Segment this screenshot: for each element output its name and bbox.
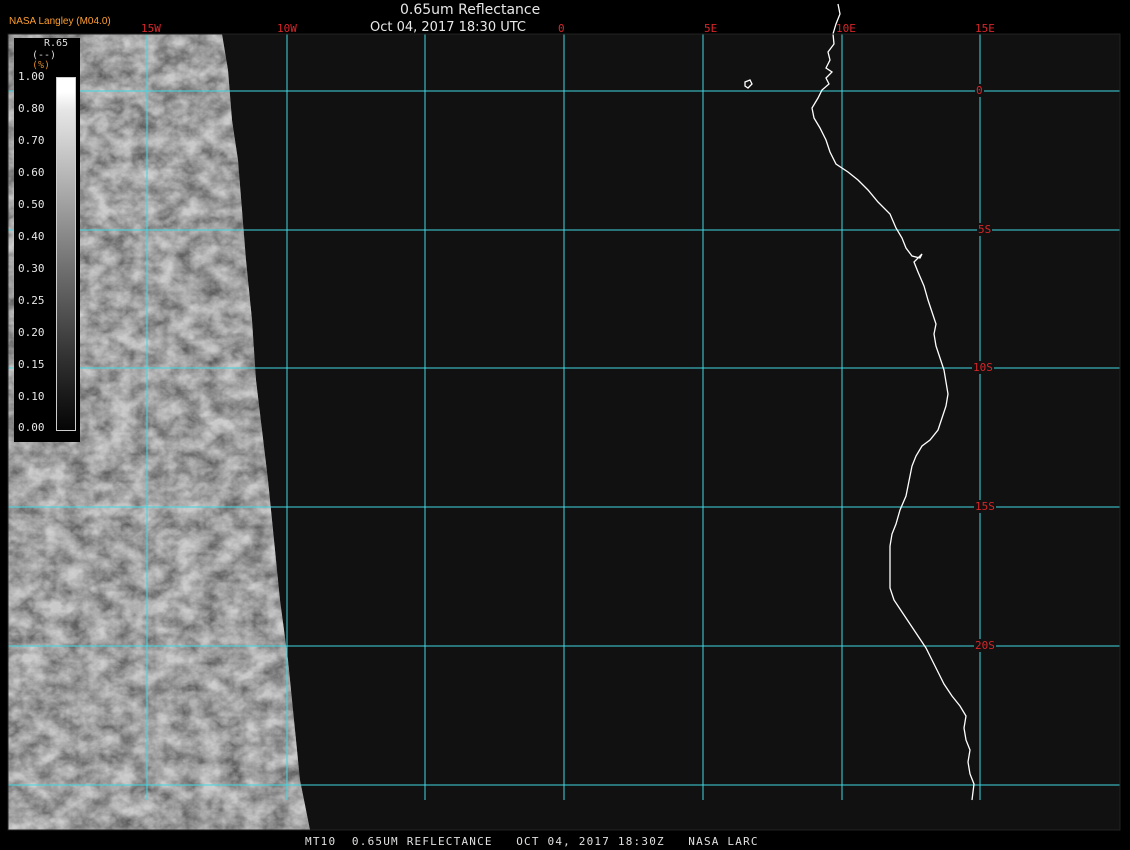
- colorbar-title: R.65: [43, 38, 69, 49]
- colorbar: R.65 (--) (%) 1.00 0.80 0.70 0.60 0.50 0…: [14, 38, 80, 442]
- lat-label-0: 0: [975, 84, 984, 97]
- colorbar-tick: 0.60: [18, 166, 45, 179]
- colorbar-tick: 0.70: [18, 134, 45, 147]
- colorbar-strip: [56, 77, 76, 431]
- lat-label-20s: 20S: [974, 639, 996, 652]
- colorbar-tick: 0.00: [18, 421, 45, 434]
- lon-label-10e: 10E: [836, 22, 856, 35]
- datetime-label: Oct 04, 2017 18:30 UTC: [370, 20, 526, 35]
- satellite-map: [7, 3, 1121, 831]
- colorbar-tick: 0.50: [18, 198, 45, 211]
- lon-label-15e: 15E: [975, 22, 995, 35]
- footer-caption: MT10 0.65UM REFLECTANCE OCT 04, 2017 18:…: [305, 835, 759, 848]
- lon-label-5e: 5E: [704, 22, 718, 35]
- colorbar-tick: 0.30: [18, 262, 45, 275]
- product-title: 0.65um Reflectance: [400, 2, 541, 18]
- colorbar-tick: 0.25: [18, 294, 45, 307]
- lon-label-10w: 10W: [277, 22, 297, 35]
- colorbar-tick: 0.20: [18, 326, 45, 339]
- lat-label-5s: 5S: [977, 223, 993, 236]
- lat-label-10s: 10S: [972, 361, 994, 374]
- lon-label-0: 0: [558, 22, 565, 35]
- lat-label-15s: 15S: [974, 500, 996, 513]
- colorbar-tick: 1.00: [18, 70, 45, 83]
- colorbar-tick: 0.80: [18, 102, 45, 115]
- colorbar-tick: 0.40: [18, 230, 45, 243]
- colorbar-tick: 0.10: [18, 390, 45, 403]
- credit-label: NASA Langley (M04.0): [9, 16, 111, 27]
- colorbar-tick: 0.15: [18, 358, 45, 371]
- lon-label-15w: 15W: [141, 22, 161, 35]
